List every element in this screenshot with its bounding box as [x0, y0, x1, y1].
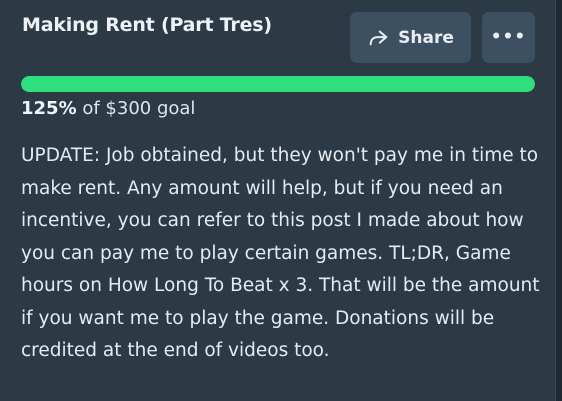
campaign-description: UPDATE: Job obtained, but they won't pay…	[21, 145, 540, 361]
campaign-card: Making Rent (Part Tres) Share ••• 125% o…	[0, 0, 556, 401]
goal-progress-bar	[21, 76, 535, 92]
more-options-button[interactable]: •••	[482, 12, 535, 63]
goal-summary: 125% of $300 goal	[21, 98, 195, 119]
share-label: Share	[398, 27, 454, 48]
campaign-title: Making Rent (Part Tres)	[22, 14, 272, 36]
ellipsis-icon: •••	[490, 27, 527, 47]
progress-fill	[21, 76, 535, 92]
goal-percent: 125%	[21, 98, 77, 119]
share-arrow-icon	[369, 30, 388, 45]
goal-text: of $300 goal	[82, 98, 196, 119]
share-button[interactable]: Share	[350, 12, 471, 63]
